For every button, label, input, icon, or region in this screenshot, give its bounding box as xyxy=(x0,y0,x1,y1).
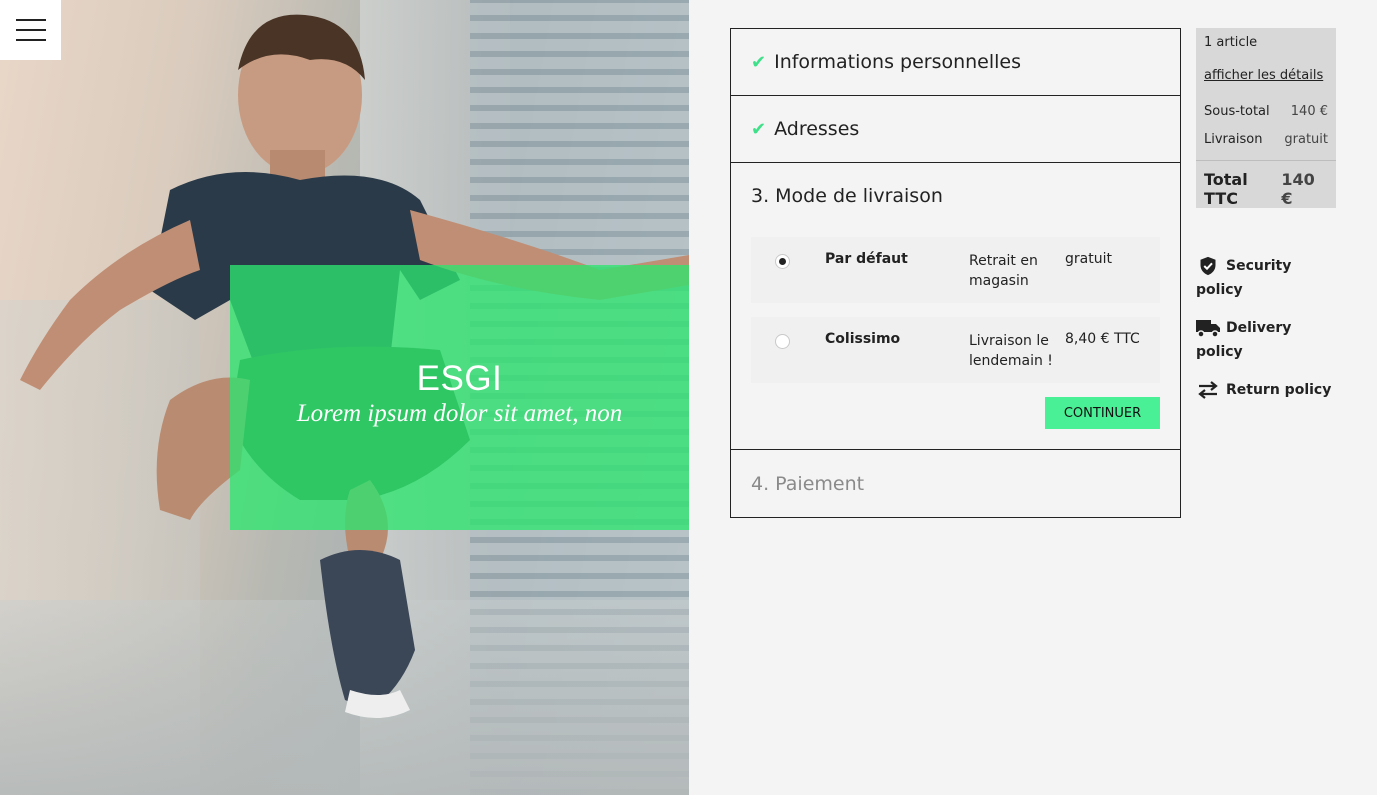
radio-cell xyxy=(751,251,825,291)
shipping-option-price: gratuit xyxy=(1065,251,1112,267)
shield-check-icon xyxy=(1200,256,1216,276)
promo-banner: ESGI Lorem ipsum dolor sit amet, non xyxy=(230,265,689,530)
subtotal-label: Sous-total xyxy=(1204,104,1270,119)
shipping-option-name: Colissimo xyxy=(825,331,901,347)
radio-button[interactable] xyxy=(775,254,790,269)
shipping-option-description: Livraison le lendemain ! xyxy=(969,333,1053,369)
total-value: 140 € xyxy=(1281,170,1315,208)
step-label: 3. Mode de livraison xyxy=(751,185,943,207)
radio-cell xyxy=(751,331,825,371)
hamburger-menu-icon[interactable] xyxy=(0,0,61,60)
policies: Security policy Delivery policy Return p… xyxy=(1196,254,1336,416)
exchange-arrows-icon xyxy=(1198,381,1218,399)
shipping-option-name: Par défaut xyxy=(825,251,908,267)
truck-icon xyxy=(1196,320,1220,338)
step-addresses[interactable]: ✔ Adresses xyxy=(731,96,1180,163)
shipping-option-colissimo[interactable]: Colissimo Livraison le lendemain ! 8,40 … xyxy=(751,317,1160,383)
step-shipping-method: 3. Mode de livraison Par défaut Retrait … xyxy=(731,163,1180,450)
check-icon: ✔ xyxy=(751,118,767,140)
step-personal-info[interactable]: ✔ Informations personnelles xyxy=(731,29,1180,96)
shipping-label: Livraison xyxy=(1204,132,1263,147)
shipping-options: Par défaut Retrait en magasin gratuit Co… xyxy=(751,237,1160,383)
promo-title: ESGI xyxy=(416,359,503,398)
show-details-link[interactable]: afficher les détails xyxy=(1204,68,1328,83)
security-policy-link[interactable]: Security policy xyxy=(1196,254,1336,302)
order-summary: 1 article afficher les détails Sous-tota… xyxy=(1196,28,1336,208)
menu-bar xyxy=(15,39,46,41)
step-label: Adresses xyxy=(774,118,860,140)
shipping-option-price: 8,40 € TTC xyxy=(1065,331,1140,347)
total-label: Total TTC xyxy=(1204,170,1248,208)
article-count: 1 article xyxy=(1204,35,1258,50)
delivery-policy-link[interactable]: Delivery policy xyxy=(1196,316,1336,364)
shipping-row: Livraison gratuit xyxy=(1204,132,1328,147)
total-row: Total TTC 140 € xyxy=(1196,160,1336,208)
subtotal-value: 140 € xyxy=(1290,104,1328,119)
menu-bar xyxy=(15,29,46,31)
checkout-steps: ✔ Informations personnelles ✔ Adresses 3… xyxy=(730,28,1181,518)
step-payment: 4. Paiement xyxy=(731,450,1180,517)
shipping-value: gratuit xyxy=(1284,132,1328,147)
policy-label: Return policy xyxy=(1226,382,1332,398)
shipping-option-default[interactable]: Par défaut Retrait en magasin gratuit xyxy=(751,237,1160,303)
continue-button[interactable]: CONTINUER xyxy=(1045,397,1160,429)
step-label: Informations personnelles xyxy=(774,51,1022,73)
check-icon: ✔ xyxy=(751,51,767,73)
menu-bar xyxy=(15,19,46,21)
return-policy-link[interactable]: Return policy xyxy=(1196,378,1336,402)
shipping-option-description: Retrait en magasin xyxy=(969,253,1038,289)
step-label: 4. Paiement xyxy=(751,472,865,495)
subtotal-row: Sous-total 140 € xyxy=(1204,104,1328,119)
promo-subtitle: Lorem ipsum dolor sit amet, non xyxy=(296,400,623,427)
radio-button[interactable] xyxy=(775,334,790,349)
